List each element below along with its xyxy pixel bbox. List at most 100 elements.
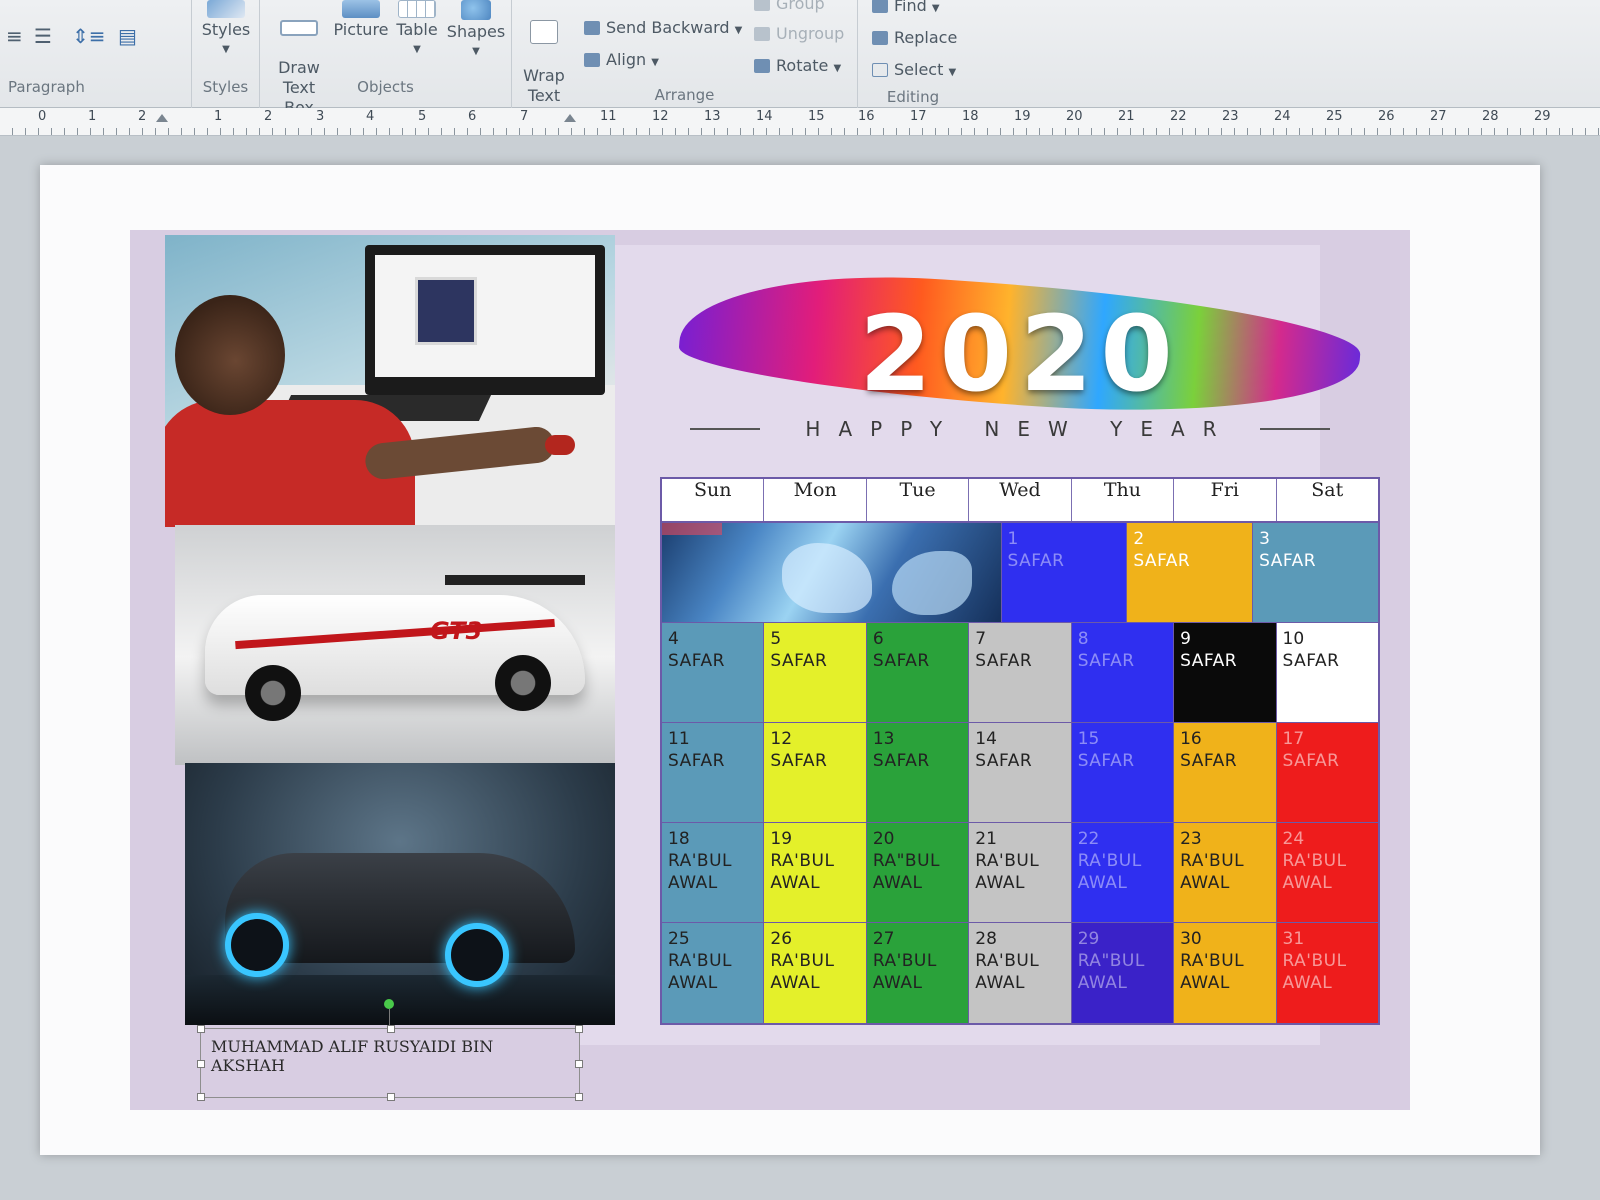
month-label: RA'BUL AWAL: [975, 851, 1040, 893]
calendar-day-cell[interactable]: 27 RA'BUL AWAL: [866, 923, 970, 1023]
calendar-day-cell[interactable]: 6 SAFAR: [866, 623, 970, 722]
day-number: 15: [1077, 729, 1100, 749]
objects-group-label: Objects: [357, 78, 414, 96]
ruler-number: 23: [1222, 109, 1239, 124]
calendar-day-cell[interactable]: 2 SAFAR: [1127, 523, 1254, 622]
calendar-day-cell[interactable]: 20 RA"BUL AWAL: [866, 823, 970, 922]
ruler-number: 14: [756, 109, 773, 124]
calendar-day-cell[interactable]: 10 SAFAR: [1276, 623, 1378, 722]
day-number: 26: [770, 929, 793, 949]
resize-handle[interactable]: [387, 1093, 395, 1101]
calendar-day-cell[interactable]: 16 SAFAR: [1174, 723, 1277, 822]
resize-handle[interactable]: [575, 1025, 583, 1033]
ruler-number: 17: [910, 109, 927, 124]
cursor-icon: [872, 63, 888, 77]
calendar-day-cell[interactable]: 12 SAFAR: [764, 723, 867, 822]
group-button[interactable]: Group: [754, 0, 825, 13]
photo-monitor: [365, 245, 605, 395]
month-label: SAFAR: [1259, 551, 1317, 571]
ruler-number: 0: [38, 109, 47, 124]
find-button[interactable]: Find ▼: [872, 0, 940, 15]
calendar-header-image[interactable]: [662, 523, 1002, 622]
month-label: RA'BUL AWAL: [1282, 951, 1347, 993]
resize-handle[interactable]: [197, 1093, 205, 1101]
calendar-day-cell[interactable]: 31 RA'BUL AWAL: [1276, 923, 1378, 1023]
shading-icon[interactable]: ▤: [118, 24, 137, 48]
photo-child-at-computer[interactable]: [165, 235, 615, 527]
day-number: 23: [1180, 829, 1202, 849]
calendar-day-cell[interactable]: 9 SAFAR: [1174, 623, 1277, 722]
calendar-day-cell[interactable]: 24 RA'BUL AWAL: [1276, 823, 1378, 922]
align-distributed-icon[interactable]: ☰: [34, 24, 52, 48]
ungroup-button[interactable]: Ungroup: [754, 24, 844, 43]
send-backward-button[interactable]: Send Backward ▼: [584, 18, 742, 37]
resize-handle[interactable]: [575, 1093, 583, 1101]
calendar-day-cell[interactable]: 4 SAFAR: [662, 623, 765, 722]
calendar-day-cell[interactable]: 1 SAFAR: [1001, 523, 1128, 622]
calendar-day-cell[interactable]: 15 SAFAR: [1071, 723, 1175, 822]
resize-handle[interactable]: [197, 1060, 205, 1068]
rotate-handle[interactable]: [384, 999, 394, 1009]
calendar-day-cell[interactable]: 7 SAFAR: [969, 623, 1072, 722]
align-icon: [584, 53, 600, 67]
calendar-day-cell[interactable]: 14 SAFAR: [969, 723, 1072, 822]
draw-text-box-button[interactable]: Draw Text Box: [266, 0, 332, 118]
calendar-day-cell[interactable]: 5 SAFAR: [764, 623, 867, 722]
select-button[interactable]: Select ▼: [872, 60, 956, 79]
image-figure: [892, 551, 972, 615]
replace-label: Replace: [894, 28, 958, 47]
calendar-day-cell[interactable]: 21 RA'BUL AWAL: [969, 823, 1072, 922]
styles-button[interactable]: Styles ▼: [198, 0, 254, 60]
name-text[interactable]: MUHAMMAD ALIF RUSYAIDI BIN AKSHAH: [211, 1037, 561, 1075]
day-number: 17: [1282, 729, 1305, 749]
align-button[interactable]: Align ▼: [584, 50, 659, 69]
replace-button[interactable]: Replace: [872, 28, 957, 47]
table-button[interactable]: Table ▼: [392, 0, 442, 60]
photo-white-race-car[interactable]: GT3: [175, 525, 615, 765]
calendar-day-cell[interactable]: 30 RA'BUL AWAL: [1174, 923, 1277, 1023]
calendar-day-cell[interactable]: 25 RA'BUL AWAL: [662, 923, 765, 1023]
align-label: Align: [606, 50, 647, 69]
paragraph-group: ≡ ☰ ⇕≡ ▤ Paragraph: [0, 0, 192, 108]
calendar-day-cell[interactable]: 11 SAFAR: [662, 723, 765, 822]
rotate-button[interactable]: Rotate ▼: [754, 56, 841, 75]
line-spacing-icon[interactable]: ⇕≡: [72, 24, 106, 48]
new-year-banner[interactable]: 2020 HAPPY NEW YEAR: [660, 261, 1380, 465]
calendar-table[interactable]: Sun Mon Tue Wed Thu Fri Sat 1 SAFAR 2 SA…: [660, 477, 1380, 1025]
day-number: 14: [975, 729, 997, 749]
car-wheel-glow: [225, 913, 289, 977]
align-justify-icon[interactable]: ≡: [6, 24, 23, 48]
calendar-day-cell[interactable]: 26 RA'BUL AWAL: [764, 923, 867, 1023]
calendar-day-cell[interactable]: 19 RA'BUL AWAL: [764, 823, 867, 922]
left-indent-marker[interactable]: [156, 114, 168, 122]
document-page[interactable]: GT3 MUHAMMAD ALIF RUSYAIDI BIN AKSHAH 20…: [40, 165, 1540, 1155]
calendar-day-cell[interactable]: 13 SAFAR: [866, 723, 970, 822]
calendar-day-cell[interactable]: 23 RA'BUL AWAL: [1174, 823, 1277, 922]
photo-dark-sports-car[interactable]: [185, 763, 615, 1025]
image-strip: [662, 523, 722, 535]
shapes-button[interactable]: Shapes ▼: [446, 0, 506, 62]
shapes-icon: [461, 0, 491, 20]
calendar-day-cell[interactable]: 17 SAFAR: [1276, 723, 1378, 822]
month-label: SAFAR: [872, 651, 930, 671]
ruler-number: 24: [1274, 109, 1291, 124]
ruler-number: 15: [808, 109, 825, 124]
calendar-day-cell[interactable]: 8 SAFAR: [1071, 623, 1175, 722]
resize-handle[interactable]: [197, 1025, 205, 1033]
calendar-day-cell[interactable]: 28 RA'BUL AWAL: [969, 923, 1072, 1023]
shapes-label: Shapes: [446, 22, 506, 41]
ruler-number: 2: [264, 109, 273, 124]
table-label: Table: [396, 20, 438, 39]
resize-handle[interactable]: [387, 1025, 395, 1033]
calendar-day-cell[interactable]: 29 RA"BUL AWAL: [1071, 923, 1175, 1023]
resize-handle[interactable]: [575, 1060, 583, 1068]
horizontal-ruler[interactable]: 0 1 2 1 2 3 4 5 6 7 11 12 13 14 15 16 17…: [0, 108, 1600, 136]
calendar-day-cell[interactable]: 18 RA'BUL AWAL: [662, 823, 765, 922]
table-icon: [398, 0, 436, 18]
right-indent-marker[interactable]: [564, 114, 576, 122]
send-backward-icon: [584, 21, 600, 35]
calendar-day-cell[interactable]: 22 RA'BUL AWAL: [1071, 823, 1175, 922]
name-text-box[interactable]: MUHAMMAD ALIF RUSYAIDI BIN AKSHAH: [197, 999, 583, 1101]
calendar-day-cell[interactable]: 3 SAFAR: [1253, 523, 1378, 622]
picture-button[interactable]: Picture: [332, 0, 390, 40]
